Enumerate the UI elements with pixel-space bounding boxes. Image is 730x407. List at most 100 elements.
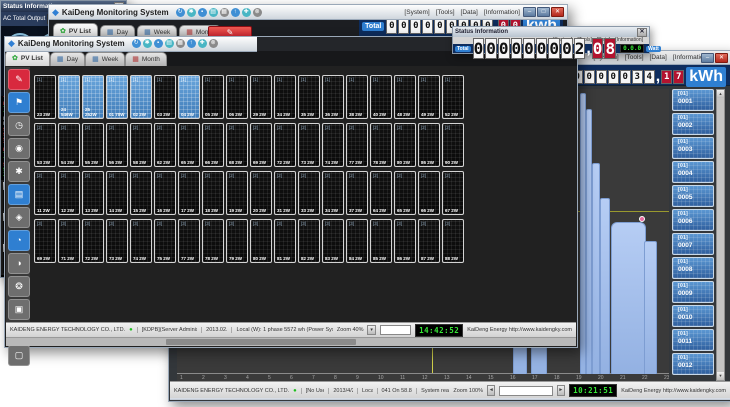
pv-module-tile[interactable]: [2]78 2W	[370, 123, 392, 167]
zoom-slider[interactable]	[380, 325, 411, 335]
pv-module-tile[interactable]: [1]03 2W	[154, 75, 176, 119]
scroll-down-icon[interactable]: ▼	[717, 372, 724, 380]
module-tile[interactable]: [01]0010	[672, 305, 714, 327]
pv-module-tile[interactable]: [3]72 2W	[82, 219, 104, 263]
minimize-button[interactable]: –	[701, 53, 714, 63]
pv-module-tile[interactable]: [1]02 2W	[130, 75, 152, 119]
titlebar[interactable]: ◆ KaiDeng Monitoring System ↻✱▪▤▦↑✚⊗ [Sy…	[49, 5, 567, 20]
pv-module-tile[interactable]: [2]65 2W	[178, 123, 200, 167]
module-tile[interactable]: [01]0012	[672, 353, 714, 375]
sidebar-history-icon[interactable]: ◷	[8, 115, 30, 136]
close-button[interactable]: ✕	[715, 53, 728, 63]
pv-module-tile[interactable]: [3]77 2W	[178, 219, 200, 263]
pv-module-tile[interactable]: [2]11 2W	[34, 171, 56, 215]
pv-module-tile[interactable]: [1]29 2W	[250, 75, 272, 119]
pv-module-tile[interactable]: [3]69 2W	[34, 219, 56, 263]
pv-module-tile[interactable]: [2]73 2W	[298, 123, 320, 167]
pv-module-tile[interactable]: [1]04 2W	[178, 75, 200, 119]
upload-icon[interactable]: ↑	[231, 8, 240, 17]
pv-module-tile[interactable]: [2]54 2W	[58, 123, 80, 167]
zoom-dropdown-icon[interactable]: ▾	[367, 325, 375, 335]
pv-module-tile[interactable]: [2]77 2W	[346, 123, 368, 167]
pv-module-tile[interactable]: [3]78 2W	[202, 219, 224, 263]
sidebar-report-icon[interactable]: ▤	[8, 184, 30, 205]
pv-module-tile[interactable]: [1]48 2W	[394, 75, 416, 119]
pv-module-tile[interactable]: [1]24 546W	[58, 75, 80, 119]
pv-module-tile[interactable]: [2]62 2W	[154, 123, 176, 167]
sidebar-clock-icon[interactable]: ◔	[8, 230, 30, 251]
menu-item[interactable]: [Data]	[461, 9, 478, 16]
pv-module-tile[interactable]: [2]17 2W	[178, 171, 200, 215]
module-tile[interactable]: [01]0011	[672, 329, 714, 351]
pv-module-tile[interactable]: [2]66 2W	[418, 171, 440, 215]
module-tile[interactable]: [01]0002	[672, 113, 714, 135]
module-tile[interactable]: [01]0009	[672, 281, 714, 303]
pv-module-tile[interactable]: [1]05 2W	[202, 75, 224, 119]
zoom-in-button[interactable]: ►	[557, 385, 565, 396]
sidebar-stats-icon[interactable]: ◑	[8, 253, 30, 274]
pv-module-tile[interactable]: [2]80 2W	[394, 123, 416, 167]
refresh-icon[interactable]: ↻	[132, 39, 141, 48]
lock-icon[interactable]: ▪	[154, 39, 163, 48]
upload-icon[interactable]: ↑	[187, 39, 196, 48]
pv-module-tile[interactable]: [2]31 2W	[274, 171, 296, 215]
menu-item[interactable]: [System]	[404, 9, 429, 16]
close-icon[interactable]: ✕	[637, 28, 647, 37]
pv-module-tile[interactable]: [2]20 2W	[250, 171, 272, 215]
watt-button[interactable]: Watt	[646, 46, 661, 52]
scrollbar-thumb[interactable]	[166, 339, 356, 345]
pv-module-tile[interactable]: [3]83 2W	[322, 219, 344, 263]
tab-day[interactable]: ▦Day	[50, 52, 85, 66]
module-tile[interactable]: [01]0007	[672, 233, 714, 255]
pv-module-tile[interactable]: [2]68 2W	[226, 123, 248, 167]
module-tile[interactable]: [01]0008	[672, 257, 714, 279]
menu-item[interactable]: [Data]	[650, 54, 667, 61]
tab-week[interactable]: ▦Week	[85, 52, 125, 66]
pv-module-tile[interactable]: [2]53 2W	[34, 123, 56, 167]
report-icon[interactable]: ▤	[165, 39, 174, 48]
settings-icon[interactable]: ✱	[187, 8, 196, 17]
sidebar-security-icon[interactable]: ◈	[8, 207, 30, 228]
layout-icon[interactable]: ▦	[176, 39, 185, 48]
menu-item[interactable]: [Information]	[615, 37, 643, 44]
add-icon[interactable]: ✚	[242, 8, 251, 17]
pv-module-tile[interactable]: [3]86 2W	[394, 219, 416, 263]
website-link[interactable]: KaiDeng Energy http://www.kaidengky.com	[621, 388, 726, 394]
pv-module-tile[interactable]: [2]34 2W	[322, 171, 344, 215]
pv-module-tile[interactable]: [1]49 2W	[418, 75, 440, 119]
pv-module-tile[interactable]: [2]67 2W	[442, 171, 464, 215]
pv-module-tile[interactable]: [3]71 2W	[58, 219, 80, 263]
add-icon[interactable]: ✚	[198, 39, 207, 48]
refresh-icon[interactable]: ↻	[176, 8, 185, 17]
pv-module-tile[interactable]: [3]79 2W	[226, 219, 248, 263]
sidebar-flag-icon[interactable]: ⚑	[8, 92, 30, 113]
layout-icon[interactable]: ▦	[220, 8, 229, 17]
pv-module-tile[interactable]: [2]55 2W	[82, 123, 104, 167]
pv-module-tile[interactable]: [2]74 2W	[322, 123, 344, 167]
pv-module-tile[interactable]: [3]82 2W	[298, 219, 320, 263]
tab-pv-list[interactable]: ✿PV List	[5, 50, 50, 66]
pv-module-tile[interactable]: [2]37 2W	[346, 171, 368, 215]
power-icon[interactable]: ⊗	[253, 8, 262, 17]
sidebar-new-icon[interactable]: ✎	[8, 69, 30, 90]
pv-module-tile[interactable]: [1]25 252W	[82, 75, 104, 119]
pv-module-tile[interactable]: [1]23 2W	[34, 75, 56, 119]
sidebar-settings-icon[interactable]: ✱	[8, 161, 30, 182]
module-tile[interactable]: [01]0004	[672, 161, 714, 183]
menu-item[interactable]: [Tools]	[436, 9, 455, 16]
sidebar-camera-icon[interactable]: ▣	[8, 299, 30, 320]
pv-module-tile[interactable]: [1]38 2W	[346, 75, 368, 119]
pv-module-tile[interactable]: [2]33 2W	[298, 171, 320, 215]
module-tile[interactable]: [01]0006	[672, 209, 714, 231]
module-tile[interactable]: [01]0005	[672, 185, 714, 207]
pv-module-tile[interactable]: [2]19 2W	[226, 171, 248, 215]
close-button[interactable]: ✕	[551, 7, 564, 17]
pv-module-tile[interactable]: [2]86 2W	[418, 123, 440, 167]
module-list-scrollbar[interactable]: ▲ ▼	[716, 89, 725, 381]
pv-module-tile[interactable]: [1]01 70W	[106, 75, 128, 119]
pv-module-tile[interactable]: [1]52 2W	[442, 75, 464, 119]
sidebar-power-icon[interactable]: ◉	[8, 138, 30, 159]
zoom-slider[interactable]	[499, 386, 552, 396]
module-tile[interactable]: [01]0003	[672, 137, 714, 159]
pv-module-tile[interactable]: [2]14 2W	[106, 171, 128, 215]
